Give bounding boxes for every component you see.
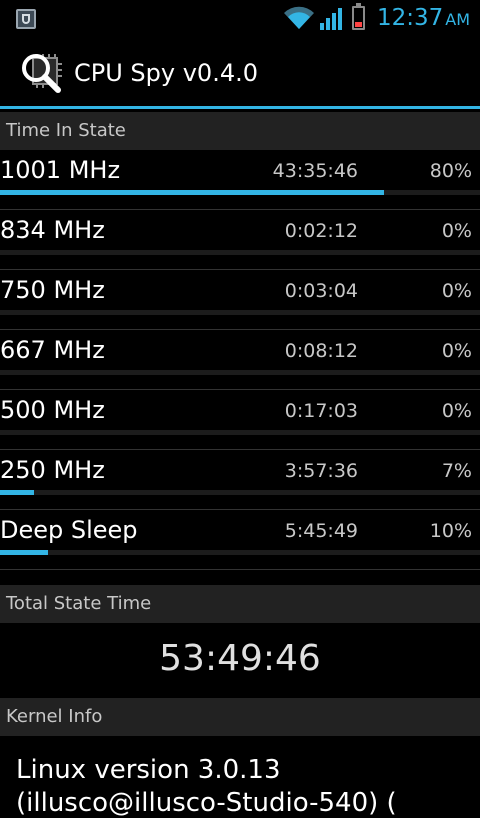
state-name: Deep Sleep bbox=[0, 516, 138, 544]
state-row: 1001 MHz 43:35:46 80% bbox=[0, 150, 480, 210]
state-row: 834 MHz 0:02:12 0% bbox=[0, 210, 480, 270]
total-state-time-header: Total State Time bbox=[0, 585, 480, 623]
kernel-info-header: Kernel Info bbox=[0, 698, 480, 736]
state-time: 5:45:49 bbox=[284, 520, 358, 542]
app-title: CPU Spy v0.4.0 bbox=[74, 59, 258, 87]
state-time: 0:08:12 bbox=[284, 340, 358, 362]
state-percent: 7% bbox=[441, 460, 472, 482]
action-bar: CPU Spy v0.4.0 bbox=[0, 38, 480, 106]
state-percent: 80% bbox=[429, 160, 472, 182]
state-name: 1001 MHz bbox=[0, 156, 121, 184]
wifi-icon bbox=[284, 6, 314, 30]
state-time: 0:17:03 bbox=[284, 400, 358, 422]
state-percent: 0% bbox=[441, 400, 472, 422]
state-name: 500 MHz bbox=[0, 396, 105, 424]
cpu-magnifier-icon[interactable] bbox=[20, 52, 64, 96]
total-state-time-value: 53:49:46 bbox=[159, 638, 321, 679]
state-row: 750 MHz 0:03:04 0% bbox=[0, 270, 480, 330]
battery-low-icon bbox=[352, 3, 365, 30]
state-row: Deep Sleep 5:45:49 10% bbox=[0, 510, 480, 570]
state-time: 3:57:36 bbox=[284, 460, 358, 482]
state-progress-bar bbox=[0, 490, 480, 495]
state-progress-bar bbox=[0, 370, 480, 375]
state-progress-fill bbox=[0, 490, 34, 495]
clock-ampm: AM bbox=[445, 10, 470, 29]
state-progress-bar bbox=[0, 310, 480, 315]
state-name: 250 MHz bbox=[0, 456, 105, 484]
state-percent: 0% bbox=[441, 280, 472, 302]
state-row: 500 MHz 0:17:03 0% bbox=[0, 390, 480, 450]
state-progress-bar bbox=[0, 550, 480, 555]
row-divider bbox=[0, 569, 480, 570]
state-progress-bar bbox=[0, 190, 480, 195]
state-percent: 0% bbox=[441, 220, 472, 242]
kernel-info-line-2: (illusco@illusco-Studio-540) ( bbox=[16, 788, 397, 818]
state-progress-bar bbox=[0, 250, 480, 255]
state-name: 834 MHz bbox=[0, 216, 105, 244]
kernel-info-line-1: Linux version 3.0.13 bbox=[16, 755, 281, 785]
state-time: 43:35:46 bbox=[272, 160, 358, 182]
state-progress-bar bbox=[0, 430, 480, 435]
state-progress-fill bbox=[0, 190, 384, 195]
security-shield-icon bbox=[16, 9, 36, 29]
state-time: 0:02:12 bbox=[284, 220, 358, 242]
status-clock: 12:37 AM bbox=[377, 5, 470, 31]
state-row: 667 MHz 0:08:12 0% bbox=[0, 330, 480, 390]
state-name: 667 MHz bbox=[0, 336, 105, 364]
state-percent: 10% bbox=[429, 520, 472, 542]
action-bar-divider bbox=[0, 106, 480, 109]
state-name: 750 MHz bbox=[0, 276, 105, 304]
state-progress-fill bbox=[0, 550, 48, 555]
state-row: 250 MHz 3:57:36 7% bbox=[0, 450, 480, 510]
state-percent: 0% bbox=[441, 340, 472, 362]
signal-icon bbox=[320, 8, 342, 30]
status-bar: 12:37 AM bbox=[0, 0, 480, 38]
time-in-state-header: Time In State bbox=[0, 112, 480, 150]
state-time: 0:03:04 bbox=[284, 280, 358, 302]
clock-time: 12:37 bbox=[376, 5, 444, 31]
